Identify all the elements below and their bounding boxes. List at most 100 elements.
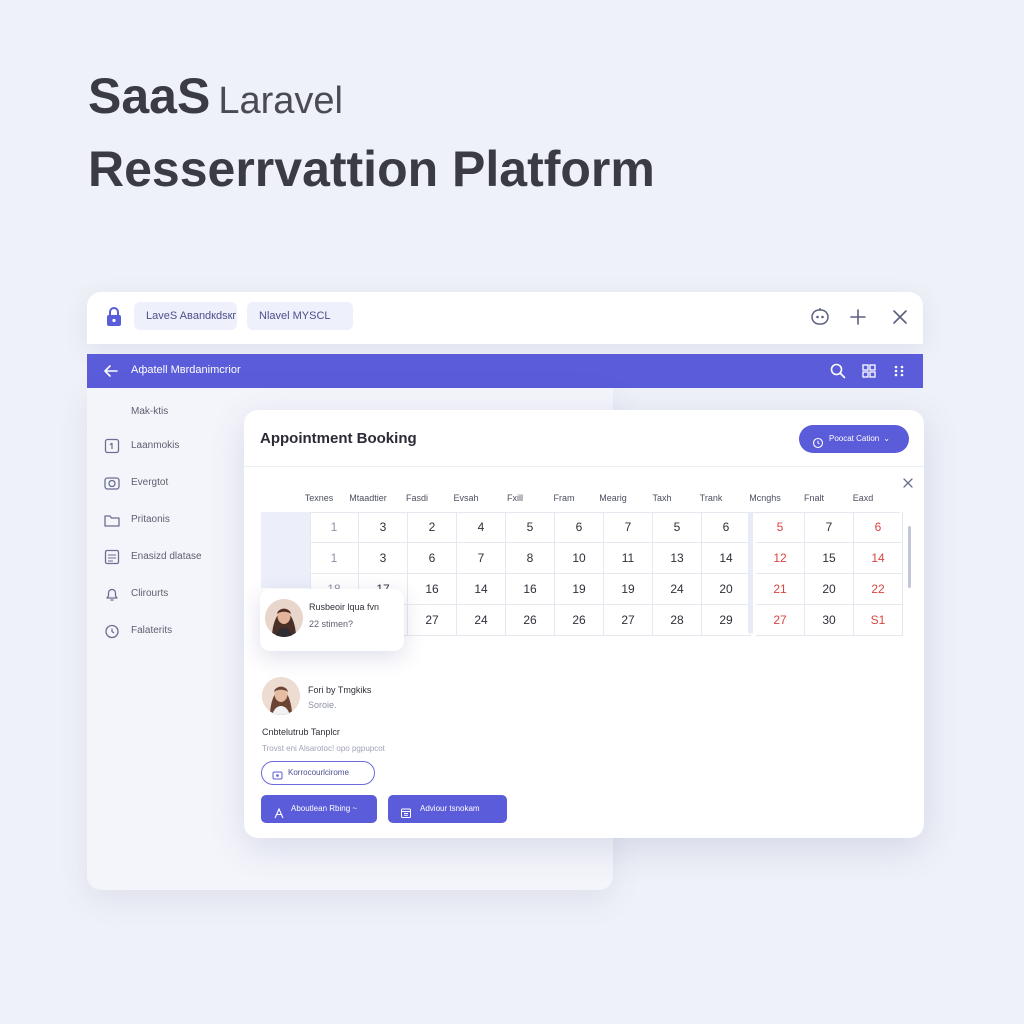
calendar-day-cell[interactable]: 24: [457, 605, 506, 636]
pill-button[interactable]: Poocat Cation ⌄: [799, 425, 909, 453]
hero-title-bold: SaaS: [88, 68, 211, 124]
calendar-column-header: Mearig: [599, 493, 627, 503]
calendar-column-header: Texnes: [304, 493, 334, 503]
detail-title: Cnbtelutrub Tanplcr: [262, 727, 340, 737]
calendar-day-cell[interactable]: 5: [653, 512, 702, 543]
calendar-day-cell[interactable]: 29: [702, 605, 751, 636]
hero-title-line2: Resserrvattion Platform: [88, 141, 655, 197]
calendar-day-cell[interactable]: 3: [359, 512, 408, 543]
clock-icon: [812, 433, 824, 449]
grid-icon[interactable]: [860, 362, 878, 380]
primary-button-label: Aboutlean Rbing ~: [291, 804, 358, 813]
sidebar-item-label: Clirourts: [131, 588, 169, 599]
calendar-day-cell[interactable]: 14: [854, 543, 903, 574]
calendar-day-cell[interactable]: 15: [805, 543, 854, 574]
calendar-day-cell[interactable]: 2: [408, 512, 457, 543]
primary-button[interactable]: Aboutlean Rbing ~: [261, 795, 377, 823]
avatar: [265, 599, 303, 637]
calendar-day-cell[interactable]: 14: [702, 543, 751, 574]
document-icon: [103, 437, 121, 455]
calendar-day-cell[interactable]: 3: [359, 543, 408, 574]
calendar-day-cell[interactable]: 16: [506, 574, 555, 605]
calendar-column-header: Trank: [699, 493, 723, 503]
calendar-day-cell[interactable]: 20: [805, 574, 854, 605]
window-tab[interactable]: LaveS Aвandкdsкг: [134, 302, 237, 330]
search-icon[interactable]: [829, 362, 847, 380]
calendar-day-cell[interactable]: 16: [408, 574, 457, 605]
calendar-day-cell[interactable]: 24: [653, 574, 702, 605]
outline-button-label: Korrocourlcirome: [288, 768, 349, 777]
camera-icon: [103, 474, 121, 492]
calendar-day-cell[interactable]: 5: [756, 512, 805, 543]
calendar-day-cell[interactable]: 7: [604, 512, 653, 543]
calendar-day-cell[interactable]: 1: [310, 512, 359, 543]
sidebar-item-label: Evergtot: [131, 477, 169, 488]
calendar-column-header: Fram: [553, 493, 575, 503]
calendar-column-header: Mcnghs: [749, 493, 781, 503]
calendar-day-cell[interactable]: 28: [653, 605, 702, 636]
card-title: Appointment Booking: [260, 430, 417, 447]
pill-button-label: Poocat Cation: [829, 434, 880, 443]
calendar-day-cell[interactable]: 5: [506, 512, 555, 543]
calendar-day-cell[interactable]: 27: [408, 605, 457, 636]
calendar-day-cell[interactable]: 22: [854, 574, 903, 605]
clock-icon: [103, 622, 121, 640]
calendar-day-cell[interactable]: 8: [506, 543, 555, 574]
bell-icon: [103, 585, 121, 603]
eye-icon: [272, 768, 283, 780]
bot-icon[interactable]: [808, 305, 832, 329]
outline-button[interactable]: Korrocourlcirome: [261, 761, 375, 785]
calendar-day-cell[interactable]: 10: [555, 543, 604, 574]
calendar-day-cell[interactable]: 27: [604, 605, 653, 636]
calendar-day-cell[interactable]: 6: [555, 512, 604, 543]
appointment-popup[interactable]: Rusbeoir lqua fvn 22 stimen?: [260, 589, 404, 651]
calendar-day-cell[interactable]: 13: [653, 543, 702, 574]
hero-title: SaaS Laravel Resserrvattion Platform: [88, 68, 655, 199]
sidebar-item-label: Laanmokis: [131, 440, 180, 451]
hero-title-light: Laravel: [218, 80, 343, 122]
calendar-day-cell[interactable]: 20: [702, 574, 751, 605]
plus-icon[interactable]: [846, 305, 870, 329]
window-tab[interactable]: Nlavel MYSCL: [247, 302, 353, 330]
hero-title-line1: SaaS Laravel: [88, 68, 655, 129]
folder-icon: [103, 511, 121, 529]
calendar-day-cell[interactable]: 6: [702, 512, 751, 543]
secondary-button[interactable]: Adviour tsnokam: [388, 795, 507, 823]
calendar-separator: [748, 512, 753, 633]
calendar-column-header: Eaxd: [852, 493, 874, 503]
calendar-day-cell[interactable]: 7: [805, 512, 854, 543]
dots-icon[interactable]: [890, 362, 908, 380]
calendar-day-cell[interactable]: 19: [604, 574, 653, 605]
list-icon: [103, 548, 121, 566]
calendar-day-cell[interactable]: 6: [408, 543, 457, 574]
navbar-title: Aфatell Mвrdanimcrior: [131, 364, 241, 376]
lock-icon: [103, 306, 125, 328]
calendar-column-header: Fnalt: [803, 493, 824, 503]
calendar-day-cell[interactable]: 7: [457, 543, 506, 574]
calendar-day-cell[interactable]: 26: [506, 605, 555, 636]
calendar-scrollbar[interactable]: [908, 526, 911, 588]
calendar-day-cell[interactable]: 6: [854, 512, 903, 543]
calendar-day-cell[interactable]: 11: [604, 543, 653, 574]
calendar-day-cell[interactable]: 27: [756, 605, 805, 636]
calendar-day-cell[interactable]: S1: [854, 605, 903, 636]
calendar-day-cell[interactable]: 4: [457, 512, 506, 543]
calendar-day-cell[interactable]: 21: [756, 574, 805, 605]
popup-name: Rusbeoir lqua fvn: [309, 602, 380, 612]
sidebar-item-label: Enasizd dlatase: [131, 551, 202, 562]
close-icon[interactable]: [901, 476, 915, 490]
profile-subtitle: Soroie.: [308, 700, 337, 710]
calendar-day-cell[interactable]: 12: [756, 543, 805, 574]
close-icon[interactable]: [888, 305, 912, 329]
avatar: [262, 677, 300, 715]
calendar-grid-line: [310, 512, 900, 513]
user-icon: [273, 803, 285, 819]
calendar-day-cell[interactable]: 26: [555, 605, 604, 636]
calendar-day-cell[interactable]: 30: [805, 605, 854, 636]
back-arrow-icon[interactable]: [101, 361, 121, 381]
calendar-shade: [261, 512, 310, 588]
calendar-day-cell[interactable]: 1: [310, 543, 359, 574]
calendar-day-cell[interactable]: 14: [457, 574, 506, 605]
calendar-day-cell[interactable]: 19: [555, 574, 604, 605]
popup-subtitle: 22 stimen?: [309, 619, 354, 629]
